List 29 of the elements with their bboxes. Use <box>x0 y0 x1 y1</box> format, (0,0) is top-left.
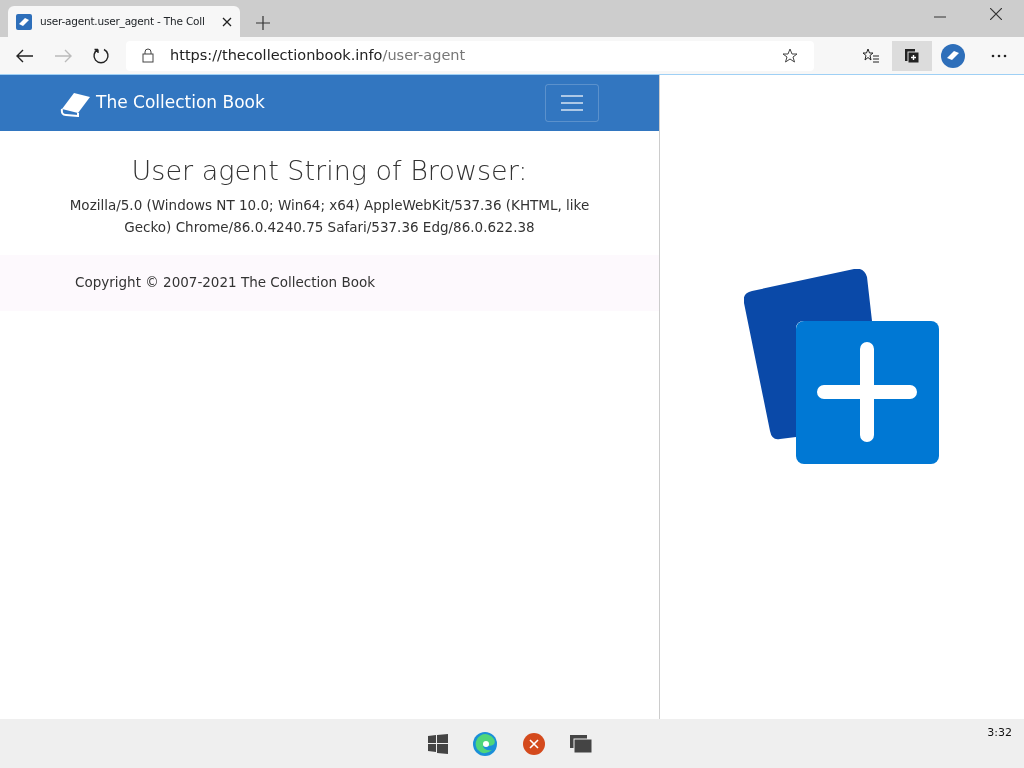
more-icon <box>991 53 1007 58</box>
collections-button[interactable] <box>892 40 932 71</box>
site-brand-link[interactable]: The Collection Book <box>96 90 265 116</box>
task-view-icon[interactable] <box>570 735 592 753</box>
address-bar[interactable]: https://thecollectionbook.info/user-agent <box>126 40 814 71</box>
collections-icon <box>904 47 920 64</box>
lock-icon <box>142 48 154 63</box>
page-heading: User agent String of Browser: <box>131 155 528 188</box>
copyright-text: Copyright © 2007-2021 The Collection Book <box>75 273 375 293</box>
close-icon[interactable] <box>990 8 1002 20</box>
clock-text: 3:32 <box>987 725 1012 741</box>
refresh-icon <box>92 46 110 65</box>
back-arrow-icon <box>16 48 34 63</box>
url-text: https://thecollectionbook.info/user-agent <box>170 45 467 65</box>
windows-start-icon[interactable] <box>428 734 448 754</box>
user-agent-text: Mozilla/5.0 (Windows NT 10.0; Win64; x64) AppleWebKit/537.36 (KHTML, like Gecko) Chrome/86.0.4240.75 Safari/537.36 Edg/86.0.622.38 <box>68 196 591 237</box>
star-icon[interactable] <box>782 47 798 64</box>
book-icon <box>941 43 965 68</box>
browser-tab[interactable]: user-agent.user_agent - The Coll <box>8 6 240 37</box>
forward-arrow-icon <box>54 48 72 63</box>
book-icon <box>16 13 32 30</box>
tab-title: user-agent.user_agent - The Coll <box>40 13 206 30</box>
menu-icon <box>561 95 583 111</box>
menu-toggle-button[interactable] <box>545 84 599 122</box>
star-list-icon <box>862 47 880 64</box>
new-tab-icon[interactable] <box>256 16 270 30</box>
remote-desktop-icon[interactable] <box>522 732 546 756</box>
close-icon[interactable] <box>222 16 232 27</box>
browser-icon[interactable] <box>472 731 498 757</box>
